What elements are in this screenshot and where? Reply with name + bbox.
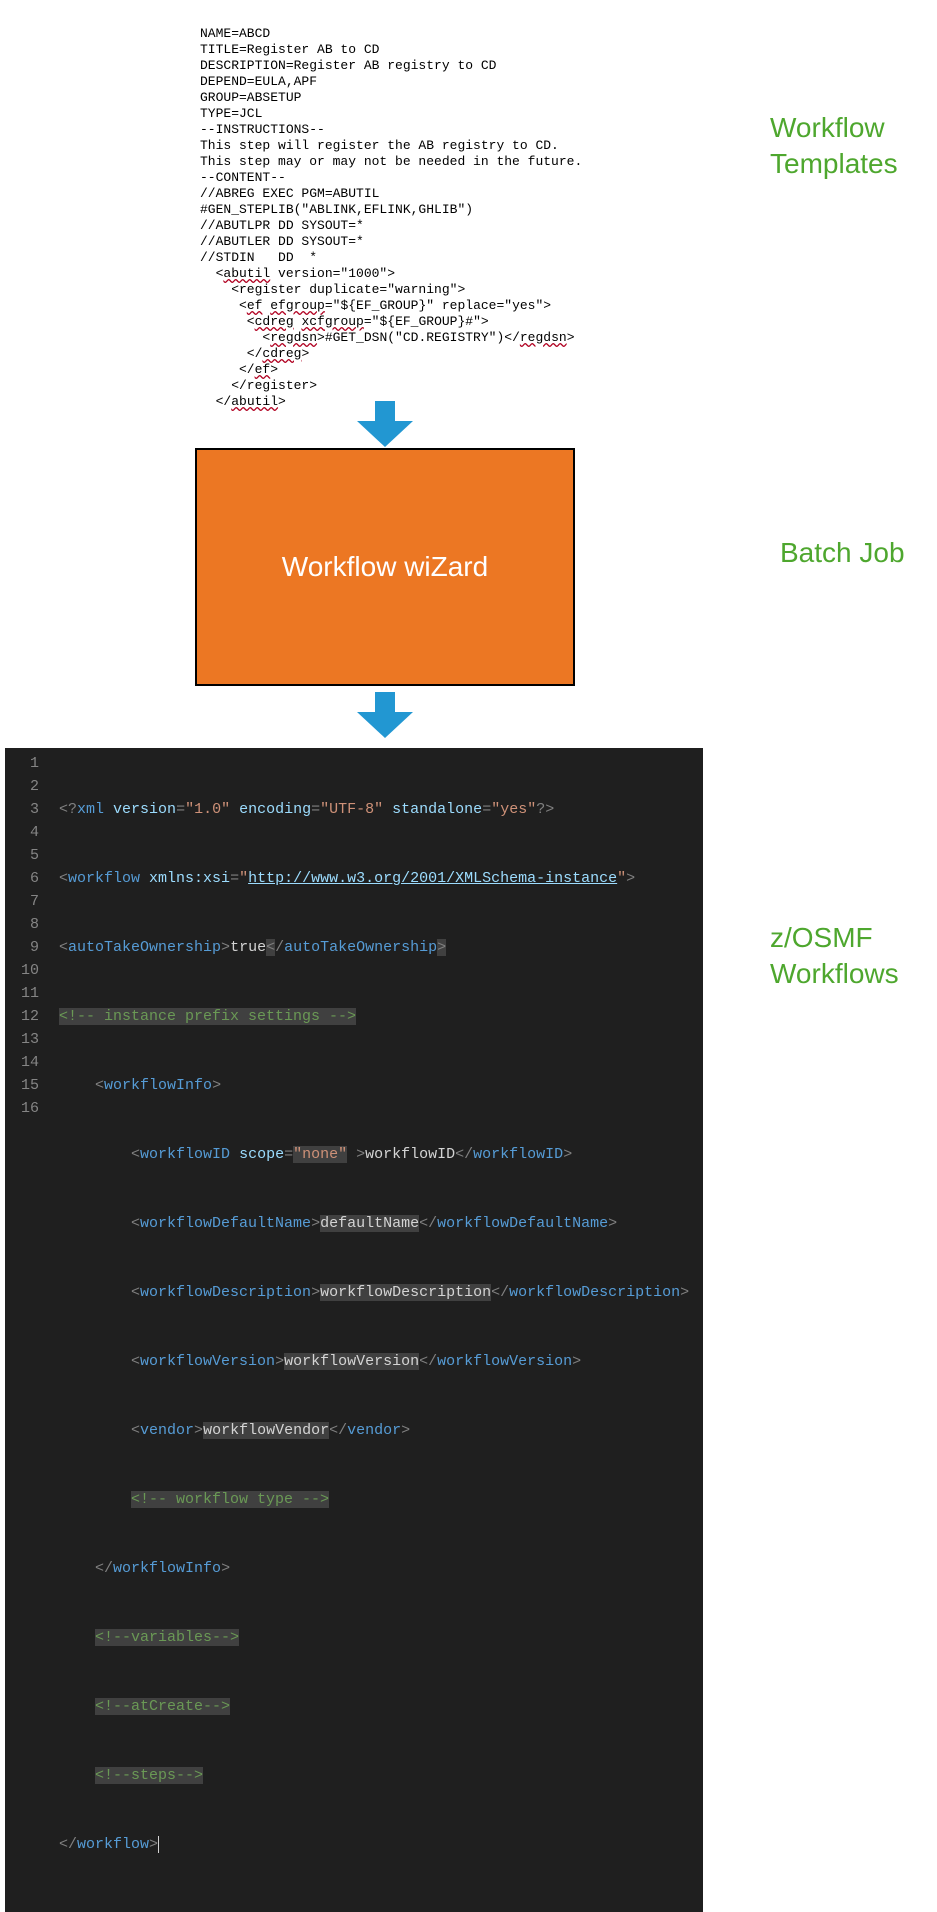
tmpl-xml-line: <register duplicate="warning">: [200, 282, 465, 297]
code-line: <?xml version="1.0" encoding="UTF-8" sta…: [59, 798, 703, 821]
tmpl-line: TYPE=JCL: [200, 106, 262, 121]
tmpl-xml-line: </register>: [200, 378, 317, 393]
tmpl-line: --INSTRUCTIONS--: [200, 122, 325, 137]
xml-editor: 1 2 3 4 5 6 7 8 9 10 11 12 13 14 15 16 <…: [5, 748, 703, 1912]
line-number: 7: [5, 890, 39, 913]
line-number: 3: [5, 798, 39, 821]
tmpl-xml-line: </cdreg>: [200, 346, 309, 361]
workflow-template-code: NAME=ABCD TITLE=Register AB to CD DESCRI…: [200, 10, 582, 410]
line-number: 12: [5, 1005, 39, 1028]
tmpl-line: //ABUTLER DD SYSOUT=*: [200, 234, 364, 249]
tmpl-line: //ABUTLPR DD SYSOUT=*: [200, 218, 364, 233]
editor-content[interactable]: <?xml version="1.0" encoding="UTF-8" sta…: [47, 748, 703, 1906]
tmpl-line: This step may or may not be needed in th…: [200, 154, 582, 169]
wizard-title: Workflow wiZard: [282, 551, 488, 583]
tmpl-xml-line: <abutil version="1000">: [200, 266, 395, 281]
tmpl-xml-line: </ef>: [200, 362, 278, 377]
code-line: </workflowInfo>: [59, 1557, 703, 1580]
tmpl-xml-line: <regdsn>#GET_DSN("CD.REGISTRY")</regdsn>: [200, 330, 575, 345]
line-number: 6: [5, 867, 39, 890]
tmpl-line: TITLE=Register AB to CD: [200, 42, 379, 57]
label-zosmf-workflows: z/OSMF Workflows: [770, 920, 937, 993]
line-number: 4: [5, 821, 39, 844]
code-line: <!--variables-->: [59, 1626, 703, 1649]
tmpl-line: #GEN_STEPLIB("ABLINK,EFLINK,GHLIB"): [200, 202, 473, 217]
code-line: <workflowID scope="none" >workflowID</wo…: [59, 1143, 703, 1166]
code-line: <!-- instance prefix settings -->: [59, 1005, 703, 1028]
tmpl-line: GROUP=ABSETUP: [200, 90, 301, 105]
code-line: </workflow>: [59, 1833, 703, 1856]
line-number: 16: [5, 1097, 39, 1120]
line-number: 1: [5, 752, 39, 775]
code-line: <workflow xmlns:xsi="http://www.w3.org/2…: [59, 867, 703, 890]
tmpl-line: //STDIN DD *: [200, 250, 317, 265]
line-number: 14: [5, 1051, 39, 1074]
line-number: 10: [5, 959, 39, 982]
code-line: <!-- workflow type -->: [59, 1488, 703, 1511]
code-line: <workflowDefaultName>defaultName</workfl…: [59, 1212, 703, 1235]
label-batch-job: Batch Job: [780, 535, 905, 571]
code-line: <workflowVersion>workflowVersion</workfl…: [59, 1350, 703, 1373]
tmpl-line: This step will register the AB registry …: [200, 138, 559, 153]
diagram-container: NAME=ABCD TITLE=Register AB to CD DESCRI…: [0, 0, 937, 1124]
code-line: <autoTakeOwnership>true</autoTakeOwnersh…: [59, 936, 703, 959]
text-cursor: [158, 1836, 159, 1853]
arrow-down-icon: [355, 401, 415, 447]
line-number: 15: [5, 1074, 39, 1097]
line-number: 2: [5, 775, 39, 798]
tmpl-line: NAME=ABCD: [200, 26, 270, 41]
tmpl-line: //ABREG EXEC PGM=ABUTIL: [200, 186, 379, 201]
tmpl-xml-line: </abutil>: [200, 394, 286, 409]
code-line: <!--steps-->: [59, 1764, 703, 1787]
label-workflow-templates: Workflow Templates: [770, 110, 937, 183]
code-line: <!--atCreate-->: [59, 1695, 703, 1718]
tmpl-line: DESCRIPTION=Register AB registry to CD: [200, 58, 496, 73]
code-line: <workflowInfo>: [59, 1074, 703, 1097]
line-number: 8: [5, 913, 39, 936]
line-number: 9: [5, 936, 39, 959]
line-number: 5: [5, 844, 39, 867]
line-number: 13: [5, 1028, 39, 1051]
arrow-down-icon: [355, 692, 415, 738]
tmpl-line: DEPEND=EULA,APF: [200, 74, 317, 89]
tmpl-xml-line: <ef efgroup="${EF_GROUP}" replace="yes">: [200, 298, 551, 313]
code-line: <vendor>workflowVendor</vendor>: [59, 1419, 703, 1442]
editor-gutter: 1 2 3 4 5 6 7 8 9 10 11 12 13 14 15 16: [5, 748, 47, 1906]
workflow-wizard-box: Workflow wiZard: [195, 448, 575, 686]
code-line: <workflowDescription>workflowDescription…: [59, 1281, 703, 1304]
tmpl-line: --CONTENT--: [200, 170, 286, 185]
line-number: 11: [5, 982, 39, 1005]
tmpl-xml-line: <cdreg xcfgroup="${EF_GROUP}#">: [200, 314, 489, 329]
